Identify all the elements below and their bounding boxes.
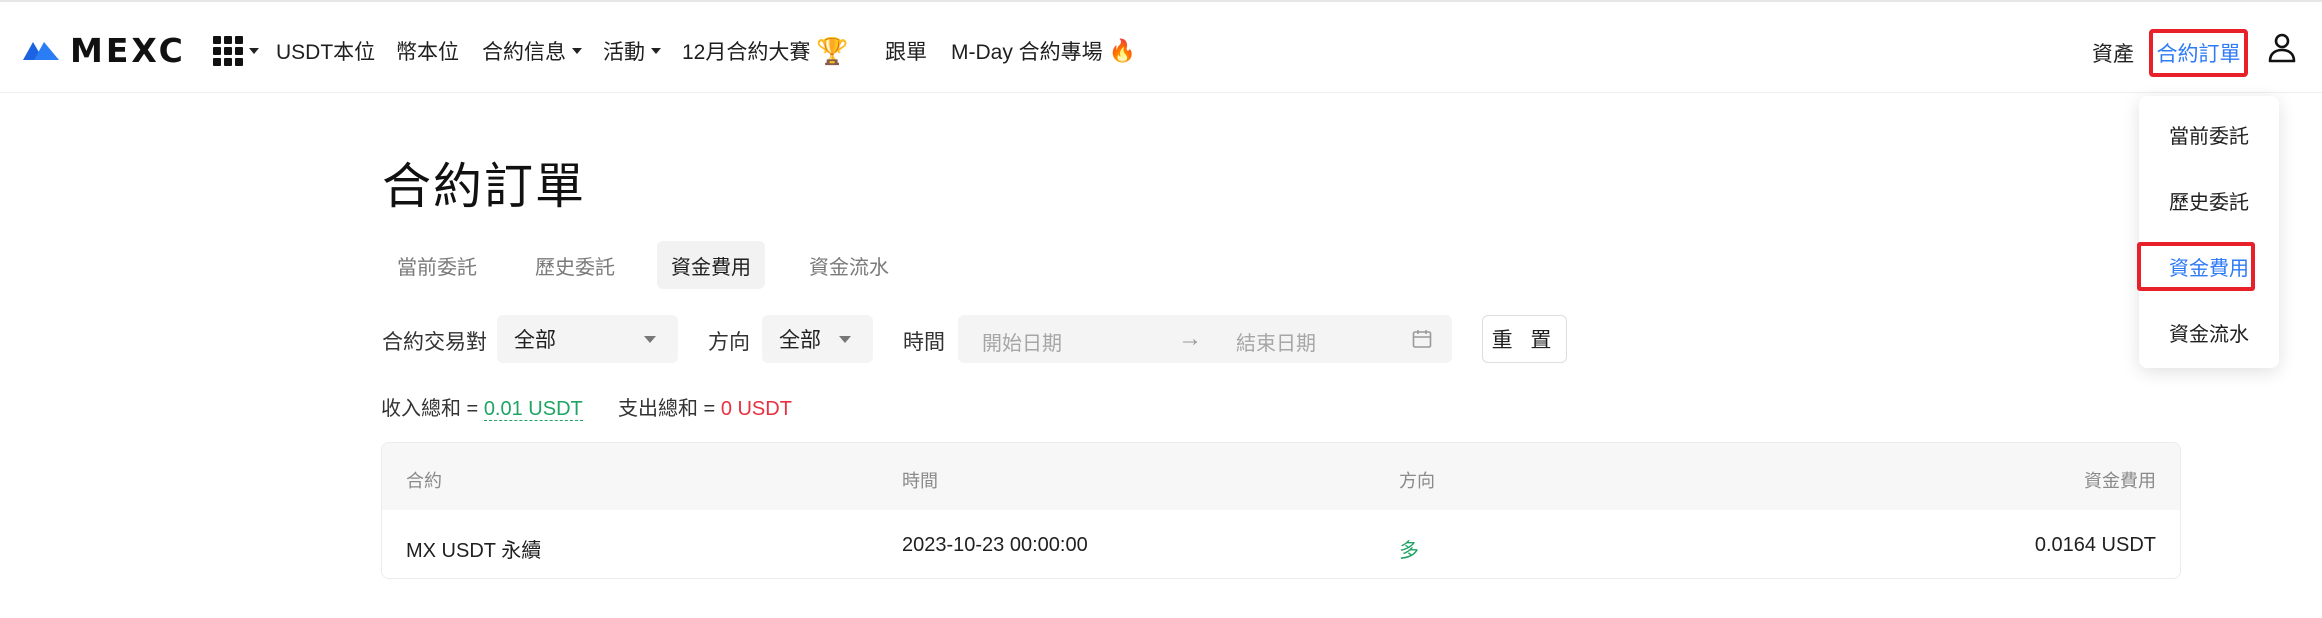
end-date-input[interactable]: 結束日期 [1236, 327, 1316, 356]
calendar-icon[interactable] [1412, 329, 1432, 349]
direction-filter-label: 方向 [708, 331, 750, 354]
pair-filter-label: 合約交易對 [382, 331, 487, 354]
pair-select[interactable]: 全部 [497, 315, 678, 363]
user-icon[interactable] [2268, 33, 2296, 63]
column-header-direction: 方向 [1399, 471, 1435, 491]
nav-copy-trade-label: 跟單 [885, 41, 927, 64]
tab-funding-fees[interactable]: 資金費用 [657, 241, 765, 289]
nav-december-contest-label: 12月合約大賽 [682, 41, 811, 64]
nav-contract-orders-label: 合約訂單 [2156, 43, 2241, 66]
funding-fees-table: 合約 時間 方向 資金費用 MX USDT 永續 2023-10-23 00:0… [381, 442, 2181, 579]
mexc-logo[interactable]: MEXC [22, 30, 186, 70]
nav-contract-info-label: 合約信息 [482, 41, 566, 64]
cell-direction: 多 [1399, 540, 1419, 562]
page-title: 合約訂單 [382, 160, 587, 214]
expense-summary: 支出總和 = 0 USDT [618, 392, 792, 421]
date-range-picker[interactable]: 開始日期 → 結束日期 [958, 315, 1452, 363]
top-navbar: MEXC USDT本位 幣本位 合約信息 活動 12月合約大賽 🏆 跟單 M-D… [0, 0, 2322, 93]
time-filter-label: 時間 [903, 331, 945, 354]
nav-december-contest[interactable]: 12月合約大賽 🏆 [682, 36, 849, 66]
column-header-funding-fee: 資金費用 [2084, 471, 2156, 491]
fire-icon: 🔥 [1108, 38, 1137, 63]
income-value[interactable]: 0.01 USDT [483, 398, 583, 421]
dropdown-item-fund-flow[interactable]: 資金流水 [2139, 318, 2279, 347]
nav-coin-margined-label: 幣本位 [396, 41, 459, 64]
nav-contract-info[interactable]: 合約信息 [482, 36, 582, 66]
nav-copy-trade[interactable]: 跟單 [885, 36, 927, 66]
tab-fund-flow[interactable]: 資金流水 [794, 241, 904, 289]
direction-select[interactable]: 全部 [762, 315, 873, 363]
highlight-box [2137, 242, 2255, 291]
direction-select-value: 全部 [779, 329, 821, 352]
tab-order-history[interactable]: 歷史委託 [520, 241, 630, 289]
start-date-input[interactable]: 開始日期 [982, 327, 1062, 356]
reset-button[interactable]: 重 置 [1482, 315, 1567, 363]
nav-m-day-label: M-Day 合約專場 [951, 41, 1103, 64]
grid-icon [213, 36, 243, 66]
tab-open-orders[interactable]: 當前委託 [382, 241, 492, 289]
expense-value: 0 USDT [720, 398, 792, 420]
chevron-down-icon [651, 48, 661, 54]
column-header-time: 時間 [902, 471, 938, 491]
nav-events-label: 活動 [603, 41, 645, 64]
income-summary: 收入總和 = 0.01 USDT [381, 392, 583, 421]
table-header: 合約 時間 方向 資金費用 [382, 443, 2180, 510]
mexc-logo-icon [23, 42, 59, 60]
chevron-down-icon [839, 336, 851, 343]
nav-assets[interactable]: 資產 [2092, 38, 2134, 68]
arrow-right-icon: → [1178, 325, 1202, 352]
nav-events[interactable]: 活動 [603, 36, 661, 66]
trophy-icon: 🏆 [816, 36, 849, 66]
cell-time: 2023-10-23 00:00:00 [902, 534, 1088, 556]
chevron-down-icon [249, 48, 259, 54]
chevron-down-icon [644, 336, 656, 343]
apps-menu-button[interactable] [213, 36, 259, 66]
orders-dropdown-menu: 當前委託 歷史委託 資金費用 資金流水 [2139, 96, 2279, 368]
column-header-contract: 合約 [406, 471, 442, 491]
nav-contract-orders[interactable]: 合約訂單 [2149, 29, 2248, 77]
nav-coin-margined[interactable]: 幣本位 [396, 36, 459, 66]
table-row: MX USDT 永續 2023-10-23 00:00:00 多 0.0164 … [382, 510, 2180, 578]
pair-select-value: 全部 [514, 329, 556, 352]
chevron-down-icon [572, 48, 582, 54]
nav-usdt-margined-label: USDT本位 [276, 41, 376, 64]
nav-m-day[interactable]: M-Day 合約專場 🔥 [951, 36, 1136, 66]
dropdown-item-order-history[interactable]: 歷史委託 [2139, 186, 2279, 215]
expense-label: 支出總和 = [618, 398, 716, 420]
cell-contract: MX USDT 永續 [406, 540, 542, 562]
income-label: 收入總和 = [381, 398, 479, 420]
cell-funding-fee: 0.0164 USDT [2034, 534, 2156, 556]
nav-usdt-margined[interactable]: USDT本位 [276, 36, 375, 66]
brand-name: MEXC [70, 30, 186, 70]
dropdown-item-open-orders[interactable]: 當前委託 [2139, 120, 2279, 149]
